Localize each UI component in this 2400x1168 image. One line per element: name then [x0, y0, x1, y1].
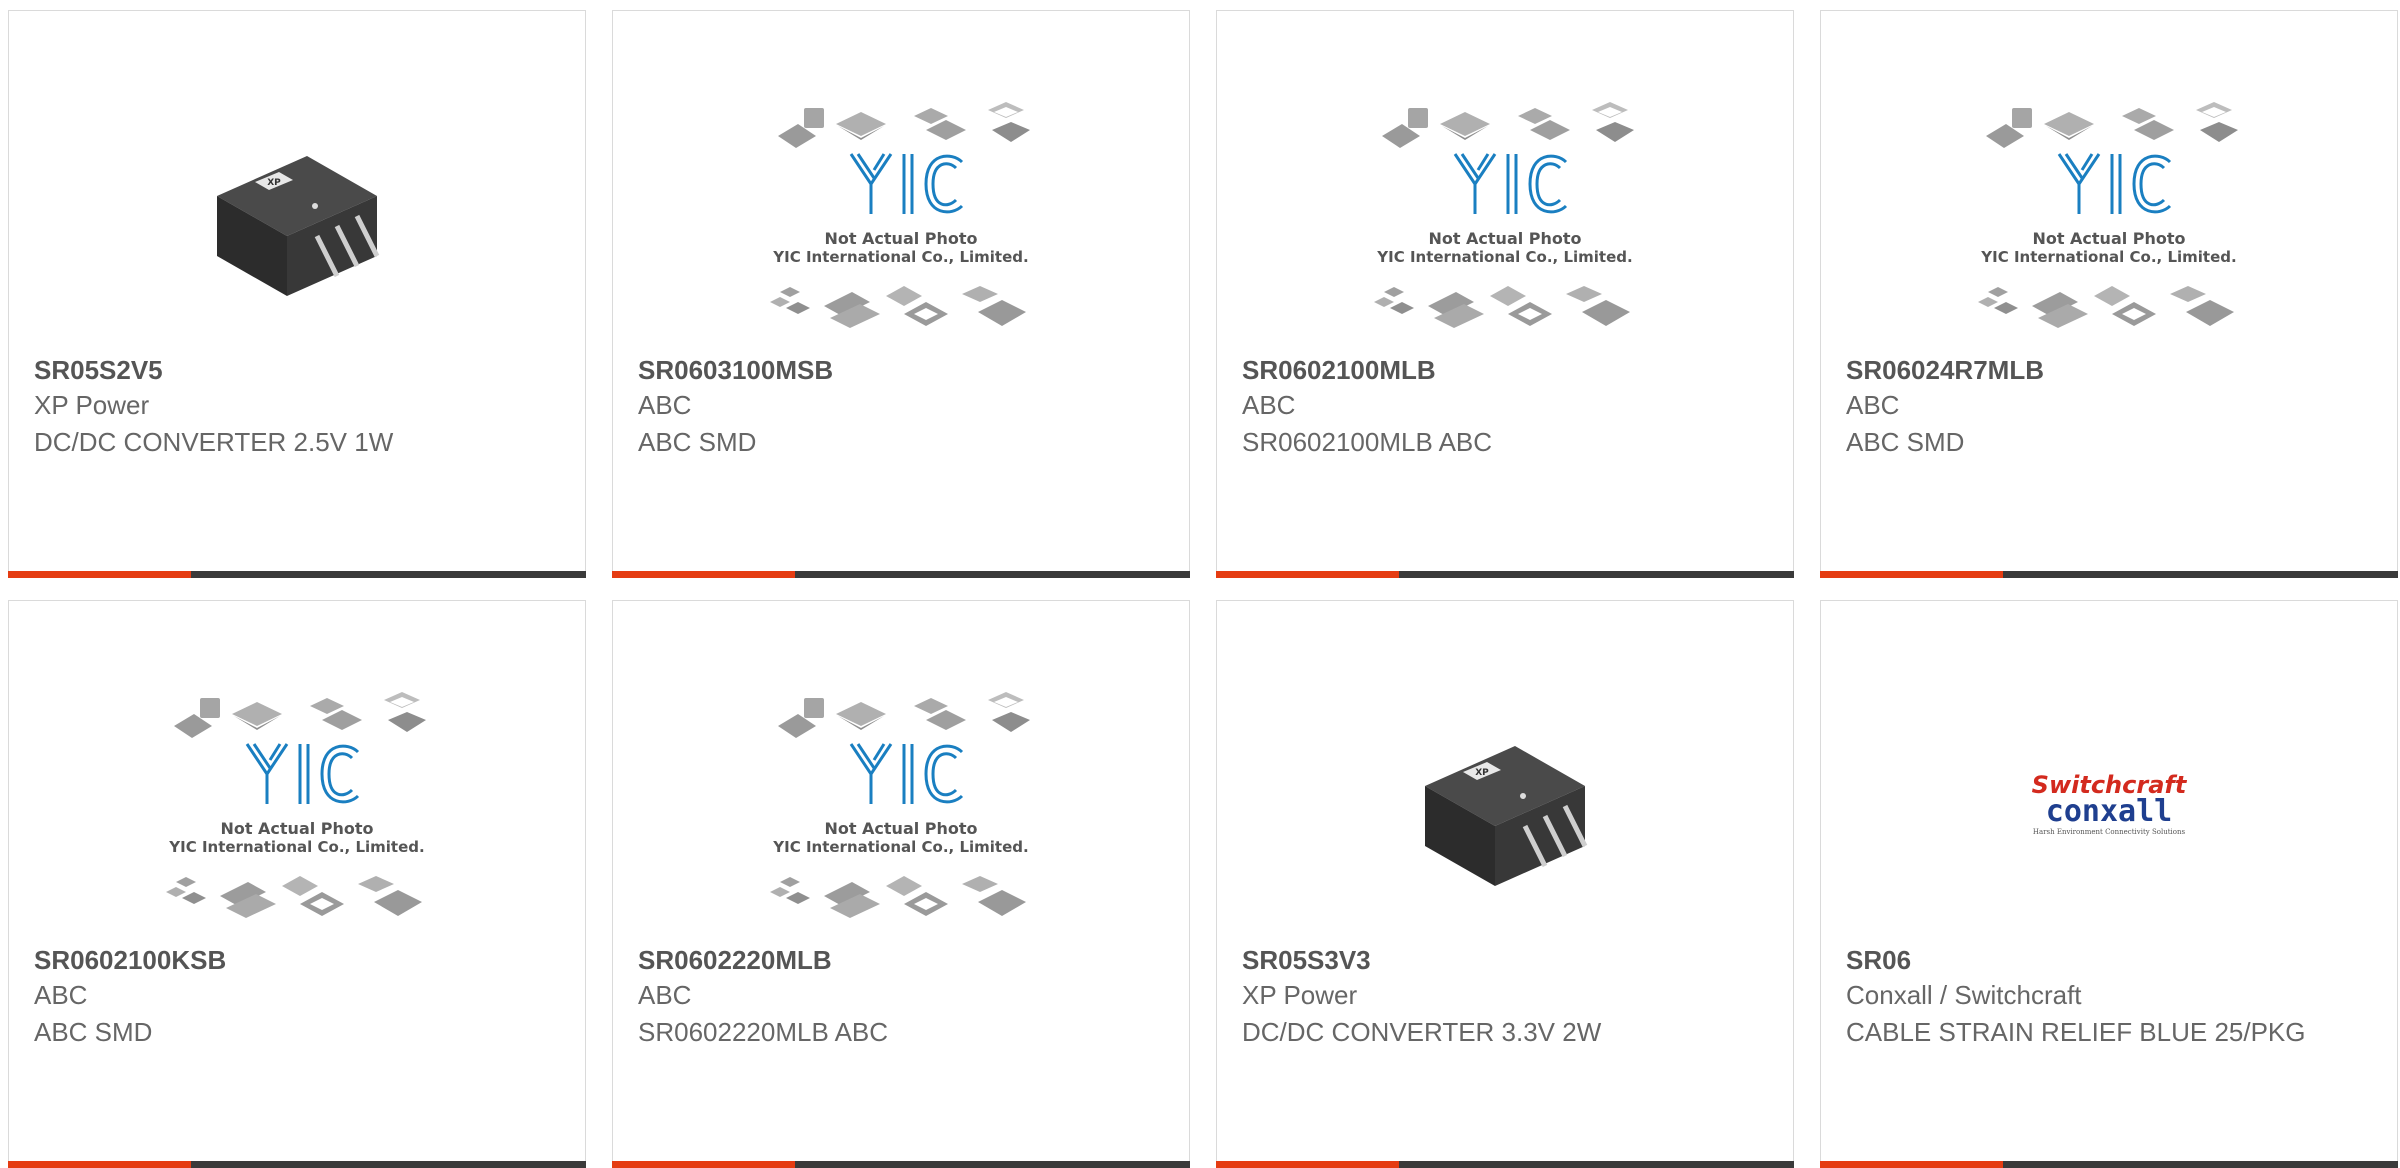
- part-number[interactable]: SR05S2V5: [34, 353, 565, 387]
- product-grid: SR05S2V5 XP Power DC/DC CONVERTER 2.5V 1…: [8, 10, 2400, 1168]
- description: SR0602100MLB ABC: [1242, 427, 1493, 457]
- manufacturer: XP Power: [1242, 980, 1358, 1010]
- description: DC/DC CONVERTER 3.3V 2W: [1242, 1017, 1602, 1047]
- svg-text:Harsh Environment Connectivity: Harsh Environment Connectivity Solutions: [2033, 828, 2186, 836]
- svg-text:conxall: conxall: [2046, 794, 2172, 829]
- product-card[interactable]: SR0602100KSB ABC ABC SMD: [8, 600, 586, 1168]
- manufacturer: ABC: [1242, 390, 1296, 420]
- product-card[interactable]: Switchcraft conxall Harsh Environment Co…: [1820, 600, 2398, 1168]
- product-card[interactable]: SR06024R7MLB ABC ABC SMD: [1820, 10, 2398, 578]
- product-image[interactable]: [1217, 671, 1793, 941]
- description: DC/DC CONVERTER 2.5V 1W: [34, 427, 394, 457]
- product-card[interactable]: SR05S2V5 XP Power DC/DC CONVERTER 2.5V 1…: [8, 10, 586, 578]
- yic-placeholder-image: [162, 686, 432, 926]
- yic-placeholder-image: [1974, 96, 2244, 336]
- card-bottom-bar: [1820, 571, 2398, 578]
- product-image[interactable]: [1821, 81, 2397, 351]
- part-number[interactable]: SR06: [1846, 943, 2377, 977]
- product-image[interactable]: [613, 671, 1189, 941]
- card-accent: [8, 571, 191, 578]
- part-number[interactable]: SR0603100MSB: [638, 353, 1169, 387]
- card-accent: [1820, 571, 2003, 578]
- card-bottom-bar: [612, 571, 1190, 578]
- product-image[interactable]: Switchcraft conxall Harsh Environment Co…: [1821, 671, 2397, 941]
- product-card[interactable]: SR0602100MLB ABC SR0602100MLB ABC: [1216, 10, 1794, 578]
- xp-power-module-image: [197, 116, 397, 316]
- description: ABC SMD: [1846, 427, 1965, 457]
- product-card[interactable]: SR0602220MLB ABC SR0602220MLB ABC: [612, 600, 1190, 1168]
- card-bottom-bar: [8, 571, 586, 578]
- manufacturer: XP Power: [34, 390, 150, 420]
- yic-placeholder-image: [1370, 96, 1640, 336]
- description: SR0602220MLB ABC: [638, 1017, 889, 1047]
- part-number[interactable]: SR0602100KSB: [34, 943, 565, 977]
- part-number[interactable]: SR05S3V3: [1242, 943, 1773, 977]
- xp-power-module-image: [1405, 706, 1605, 906]
- card-accent: [1216, 571, 1399, 578]
- manufacturer: ABC: [1846, 390, 1900, 420]
- part-number[interactable]: SR06024R7MLB: [1846, 353, 2377, 387]
- card-accent: [612, 571, 795, 578]
- switchcraft-conxall-logo: Switchcraft conxall Harsh Environment Co…: [2032, 771, 2188, 836]
- manufacturer: Conxall / Switchcraft: [1846, 980, 2082, 1010]
- product-image[interactable]: [613, 81, 1189, 351]
- manufacturer: ABC: [638, 980, 692, 1010]
- manufacturer: ABC: [34, 980, 88, 1010]
- yic-placeholder-image: [766, 686, 1036, 926]
- part-number[interactable]: SR0602220MLB: [638, 943, 1169, 977]
- description: ABC SMD: [34, 1017, 153, 1047]
- description: CABLE STRAIN RELIEF BLUE 25/PKG: [1846, 1017, 2306, 1047]
- product-card[interactable]: SR05S3V3 XP Power DC/DC CONVERTER 3.3V 2…: [1216, 600, 1794, 1168]
- yic-placeholder-image: [766, 96, 1036, 336]
- manufacturer: ABC: [638, 390, 692, 420]
- product-image[interactable]: [9, 671, 585, 941]
- product-image[interactable]: [1217, 81, 1793, 351]
- part-number[interactable]: SR0602100MLB: [1242, 353, 1773, 387]
- product-image[interactable]: [9, 81, 585, 351]
- description: ABC SMD: [638, 427, 757, 457]
- product-card[interactable]: SR0603100MSB ABC ABC SMD: [612, 10, 1190, 578]
- card-bottom-bar: [1216, 571, 1794, 578]
